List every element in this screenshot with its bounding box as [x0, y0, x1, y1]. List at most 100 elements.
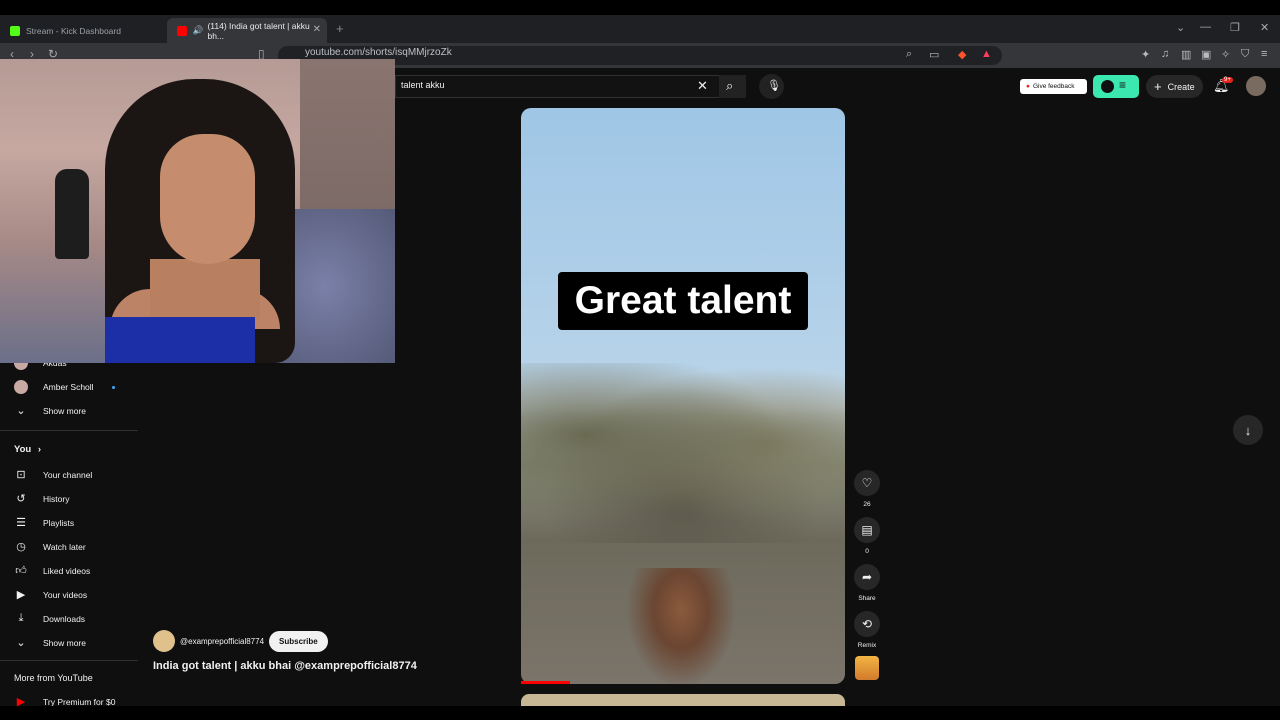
remix-icon: ⟲: [861, 617, 873, 631]
wallet-icon[interactable]: ▣: [1201, 48, 1211, 61]
like-count: 26: [863, 501, 871, 508]
share-label: Share: [858, 595, 876, 602]
subscribe-button[interactable]: Subscribe: [269, 630, 328, 652]
tab-list-icon[interactable]: ⌄: [1176, 21, 1185, 34]
window-close-icon[interactable]: ✕: [1260, 21, 1269, 34]
next-short-button[interactable]: ↓: [1233, 415, 1263, 445]
streamer-webcam-overlay: [0, 59, 395, 363]
new-tab-icon[interactable]: +: [336, 21, 344, 36]
sidebar-show-more-subscriptions[interactable]: ⌄ Show more: [14, 404, 86, 417]
channel-handle[interactable]: @examprepofficial8774: [180, 637, 264, 646]
playlists-icon: ☰: [16, 517, 26, 529]
tab-kick-dashboard[interactable]: Stream - Kick Dashboard: [0, 18, 160, 43]
channel-row: @examprepofficial8774 Subscribe: [153, 630, 328, 652]
history-icon: ↺: [16, 493, 26, 505]
remix-button[interactable]: ⟲: [854, 611, 880, 637]
plus-icon: +: [1154, 79, 1162, 94]
heart-icon: ♡: [861, 476, 873, 490]
video-scene-person: [626, 568, 736, 684]
clock-icon: ◷: [16, 541, 26, 553]
divider: [0, 430, 138, 431]
sidebar-item-liked-videos[interactable]: 👍︎ Liked videos: [14, 564, 90, 577]
notification-badge: 9+: [1222, 77, 1233, 83]
sidebar-item-label: Downloads: [43, 613, 86, 624]
extensions-icon[interactable]: ✦: [1141, 48, 1150, 61]
chevron-down-icon: ⌄: [16, 637, 26, 649]
short-title: India got talent | akku bhai @examprepof…: [153, 660, 417, 672]
tab-youtube-short[interactable]: 🔊 (114) India got talent | akku bh... ✕: [167, 18, 327, 43]
new-content-dot: [111, 385, 115, 389]
vpn-icon[interactable]: ⛉: [1241, 48, 1249, 61]
person-box-icon: ⊡: [16, 469, 26, 481]
voice-search-button[interactable]: 🎙︎: [759, 74, 784, 99]
feedback-label: Give feedback: [1032, 83, 1075, 90]
hamburger-icon: ≡: [1119, 78, 1127, 92]
video-progress-bar[interactable]: [521, 681, 570, 684]
sidebar-item-amber-scholl[interactable]: Amber Scholl: [14, 380, 115, 394]
sidebar-item-label: Show more: [43, 405, 86, 416]
zoom-icon[interactable]: ⌕: [906, 48, 912, 61]
share-button[interactable]: ➦: [854, 564, 880, 590]
channel-avatar[interactable]: [153, 630, 175, 652]
tab-title: (114) India got talent | akku bh...: [207, 20, 310, 41]
sidebar-item-your-channel[interactable]: ⊡ Your channel: [14, 468, 92, 481]
arrow-down-icon: ↓: [1244, 422, 1252, 438]
search-button[interactable]: ⌕: [719, 75, 746, 98]
sidebar-item-label: Your videos: [43, 589, 88, 600]
brave-rewards-icon[interactable]: ▲: [981, 48, 992, 60]
sidebar-item-history[interactable]: ↺ History: [14, 492, 69, 505]
comments-button[interactable]: ▤: [854, 517, 880, 543]
create-button[interactable]: + Create: [1146, 75, 1203, 98]
extension-logo-icon: [1101, 80, 1114, 93]
share-icon: ➦: [861, 570, 873, 584]
maximize-icon[interactable]: ❐: [1230, 21, 1240, 34]
sidebar-item-your-videos[interactable]: ▶ Your videos: [14, 588, 87, 601]
like-button[interactable]: ♡: [854, 470, 880, 496]
next-short-preview[interactable]: [521, 694, 845, 706]
extension-menu-button[interactable]: ≡: [1093, 75, 1139, 98]
create-label: Create: [1167, 81, 1195, 92]
video-scene-trees: [521, 363, 845, 543]
sidebar-item-downloads[interactable]: ⤓ Downloads: [14, 612, 86, 625]
brave-shield-icon[interactable]: ◆: [958, 48, 966, 61]
chevron-down-icon: ⌄: [16, 405, 26, 417]
streamer-top: [105, 317, 255, 363]
microphone-device: [55, 169, 89, 259]
remix-label: Remix: [857, 642, 877, 649]
sidebar-item-label: Show more: [43, 637, 86, 648]
streamer-neck: [150, 259, 260, 319]
thumbs-up-icon: 👍︎: [15, 565, 27, 577]
sound-source-thumbnail[interactable]: [855, 656, 879, 680]
letterbox-top: [0, 0, 1280, 15]
music-icon[interactable]: ♫: [1161, 48, 1169, 60]
you-section-heading[interactable]: You ›: [14, 444, 41, 455]
sidebar-item-label: Liked videos: [43, 565, 91, 576]
clear-search-icon[interactable]: ✕: [697, 78, 708, 94]
video-icon: ▶: [16, 589, 26, 601]
give-feedback-button[interactable]: ● Give feedback: [1020, 79, 1087, 94]
sidebar-item-playlists[interactable]: ☰ Playlists: [14, 516, 74, 529]
account-avatar[interactable]: [1246, 76, 1266, 96]
short-video-player[interactable]: Great talent: [521, 108, 845, 684]
speaker-icon: 🔊: [192, 25, 204, 35]
cast-icon[interactable]: ▭: [929, 48, 939, 61]
feedback-icon: ●: [1026, 83, 1030, 90]
leo-icon[interactable]: ✧: [1221, 48, 1230, 61]
url-text[interactable]: youtube.com/shorts/isqMMjrzoZk: [305, 47, 452, 58]
sidebar-show-more-you[interactable]: ⌄ Show more: [14, 636, 86, 649]
search-icon: ⌕: [726, 78, 734, 93]
download-icon: ⤓: [18, 612, 24, 624]
youtube-favicon-icon: [177, 25, 187, 36]
streamer-face: [160, 134, 255, 264]
sidebar-item-label: History: [43, 493, 70, 504]
search-query: talent akku: [401, 80, 445, 90]
sidebar-item-label: Watch later: [43, 541, 86, 552]
chevron-right-icon: ›: [37, 444, 42, 455]
sidebar-toggle-icon[interactable]: ▥: [1181, 48, 1191, 61]
tab-close-icon[interactable]: ✕: [313, 24, 321, 35]
minimize-icon[interactable]: —: [1200, 21, 1211, 33]
letterbox-bottom: [0, 706, 1280, 720]
channel-avatar: [14, 380, 28, 394]
sidebar-item-watch-later[interactable]: ◷ Watch later: [14, 540, 86, 553]
menu-icon[interactable]: ≡: [1261, 48, 1267, 60]
